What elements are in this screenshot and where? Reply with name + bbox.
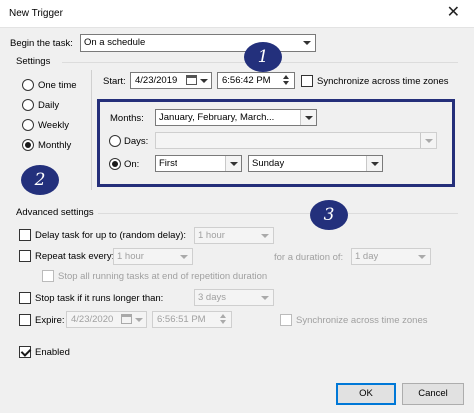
delay-task-value: 1 hour <box>198 230 225 241</box>
expire-label: Expire: <box>35 315 65 326</box>
stop-task-longer-select[interactable]: 3 days <box>194 289 274 306</box>
radio-daily[interactable] <box>22 99 34 111</box>
expire-sync-checkbox[interactable] <box>280 314 292 326</box>
begin-task-select[interactable]: On a schedule <box>80 34 316 52</box>
stop-task-longer-value: 3 days <box>198 292 226 303</box>
on-day-select[interactable]: Sunday <box>248 155 383 172</box>
window-title: New Trigger <box>9 8 63 19</box>
begin-task-value: On a schedule <box>84 37 146 48</box>
radio-days[interactable] <box>109 135 121 147</box>
cancel-button[interactable]: Cancel <box>402 383 464 405</box>
start-time-value: 6:56:42 PM <box>222 75 271 86</box>
duration-select[interactable]: 1 day <box>351 248 431 265</box>
annotation-badge-2: 2 <box>21 165 59 195</box>
enabled-label: Enabled <box>35 347 70 358</box>
spinner-icon <box>282 74 292 87</box>
radio-one-time[interactable] <box>22 79 34 91</box>
chevron-down-icon <box>176 249 192 264</box>
radio-one-time-label: One time <box>38 80 77 91</box>
advanced-divider <box>98 213 458 214</box>
spinner-icon <box>219 313 229 326</box>
chevron-down-icon <box>414 249 430 264</box>
chevron-down-icon <box>225 156 241 171</box>
expire-time-value: 6:56:51 PM <box>157 314 206 325</box>
chevron-down-icon <box>366 156 382 171</box>
settings-group-label: Settings <box>16 56 51 67</box>
ok-button[interactable]: OK <box>336 383 396 405</box>
days-select[interactable] <box>155 132 437 149</box>
sync-time-zones-checkbox[interactable] <box>301 75 313 87</box>
duration-value: 1 day <box>355 251 379 262</box>
radio-monthly[interactable] <box>22 139 34 151</box>
radio-monthly-label: Monthly <box>38 140 72 151</box>
on-week-value: First <box>159 158 178 169</box>
chevron-down-icon <box>257 228 273 243</box>
expire-sync-label: Synchronize across time zones <box>296 315 428 326</box>
chevron-down-icon <box>198 73 210 88</box>
chevron-down-icon <box>299 35 315 50</box>
sync-time-zones-label: Synchronize across time zones <box>317 76 449 87</box>
radio-weekly-label: Weekly <box>38 120 69 131</box>
on-label: On: <box>124 159 140 170</box>
months-label: Months: <box>110 113 144 124</box>
enabled-checkbox[interactable] <box>19 346 31 358</box>
radio-daily-label: Daily <box>38 100 60 111</box>
chevron-down-icon <box>257 290 273 305</box>
calendar-icon <box>186 75 197 85</box>
advanced-settings-label: Advanced settings <box>16 207 94 218</box>
stop-running-tasks-checkbox[interactable] <box>42 270 54 282</box>
close-icon[interactable]: ✕ <box>447 3 460 23</box>
repeat-task-label: Repeat task every: <box>35 251 115 262</box>
delay-task-checkbox[interactable] <box>19 229 31 241</box>
stop-task-longer-checkbox[interactable] <box>19 292 31 304</box>
begin-task-label: Begin the task: <box>10 38 73 49</box>
on-day-value: Sunday <box>252 158 285 169</box>
stop-running-tasks-label: Stop all running tasks at end of repetit… <box>58 271 268 282</box>
calendar-icon <box>121 314 132 324</box>
annotation-badge-3: 3 <box>310 200 348 230</box>
start-date-picker[interactable]: 4/23/2019 <box>130 72 212 89</box>
radio-on[interactable] <box>109 158 121 170</box>
on-week-select[interactable]: First <box>155 155 242 172</box>
start-date-value: 4/23/2019 <box>135 75 178 86</box>
repeat-task-checkbox[interactable] <box>19 250 31 262</box>
months-select[interactable]: January, February, March... <box>155 109 317 126</box>
expire-date-picker[interactable]: 4/23/2020 <box>66 311 147 328</box>
expire-checkbox[interactable] <box>19 314 31 326</box>
settings-vertical-divider <box>91 70 92 190</box>
repeat-task-select[interactable]: 1 hour <box>113 248 193 265</box>
start-time-picker[interactable]: 6:56:42 PM <box>217 72 295 89</box>
months-value: January, February, March... <box>159 112 275 123</box>
expire-time-picker[interactable]: 6:56:51 PM <box>152 311 232 328</box>
annotation-badge-1: 1 <box>244 42 282 72</box>
start-label: Start: <box>103 76 126 87</box>
radio-weekly[interactable] <box>22 119 34 131</box>
days-label: Days: <box>124 136 149 147</box>
expire-date-value: 4/23/2020 <box>71 314 114 325</box>
repeat-task-value: 1 hour <box>117 251 144 262</box>
delay-task-select[interactable]: 1 hour <box>194 227 274 244</box>
chevron-down-icon <box>300 110 316 125</box>
delay-task-label: Delay task for up to (random delay): <box>35 230 187 241</box>
chevron-down-icon <box>420 133 436 148</box>
duration-label: for a duration of: <box>274 252 344 263</box>
title-bar <box>0 0 474 28</box>
chevron-down-icon <box>135 318 143 322</box>
stop-task-longer-label: Stop task if it runs longer than: <box>35 293 164 304</box>
